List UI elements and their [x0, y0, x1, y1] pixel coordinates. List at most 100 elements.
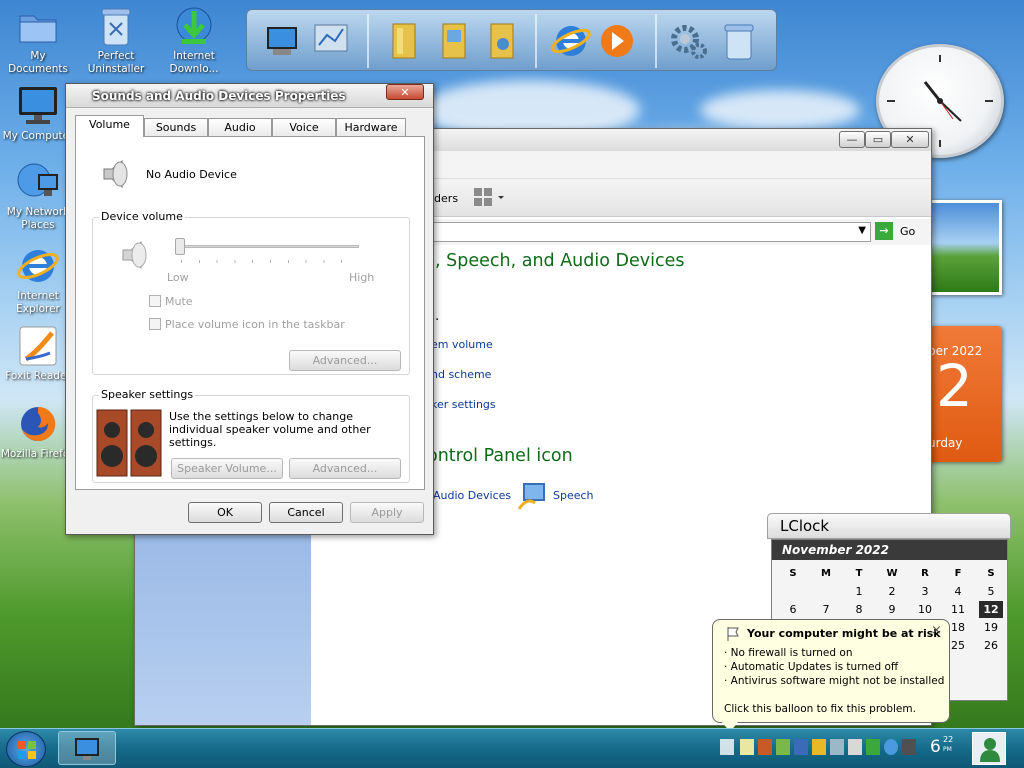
- system-tray: [700, 737, 920, 759]
- go-button[interactable]: → Go: [875, 222, 921, 242]
- task-link-sound-scheme[interactable]: nd scheme: [431, 368, 491, 381]
- calendar-day[interactable]: 26: [979, 639, 1003, 652]
- chevron-down-icon[interactable]: ▼: [858, 225, 866, 236]
- volume-advanced-button[interactable]: Advanced...: [289, 350, 401, 371]
- folders-button[interactable]: lders: [431, 192, 458, 205]
- ok-button[interactable]: OK: [188, 502, 262, 523]
- media-player-icon[interactable]: [595, 18, 639, 64]
- cp-item-speech[interactable]: Speech: [517, 479, 597, 511]
- calendar-day[interactable]: 19: [979, 621, 1003, 634]
- security-alert-balloon[interactable]: Your computer might be at risk × · No fi…: [712, 619, 950, 723]
- control-panel-icon-heading: ontrol Panel icon: [427, 446, 573, 466]
- dialog-close-button[interactable]: ✕: [386, 84, 424, 100]
- cp-item-audio-devices[interactable]: Audio Devices: [433, 489, 511, 502]
- slideshow-gadget[interactable]: [926, 200, 1002, 295]
- network-icon[interactable]: [309, 18, 353, 64]
- balloon-title: Your computer might be at risk: [747, 627, 941, 640]
- volume-tab-panel: No Audio Device Device volume Low High M…: [75, 136, 425, 490]
- calendar-day[interactable]: 11: [946, 603, 970, 616]
- folder-icon[interactable]: [383, 18, 427, 64]
- speaker-icon: [117, 238, 151, 275]
- close-button[interactable]: ✕: [891, 131, 929, 148]
- lclock-header: LClock: [767, 513, 1011, 539]
- dock-separator: [655, 14, 657, 68]
- address-input[interactable]: ▼: [425, 222, 871, 242]
- dialog-title: Sounds and Audio Devices Properties: [92, 89, 346, 103]
- tab-sounds[interactable]: Sounds: [144, 118, 208, 137]
- calendar-day[interactable]: 10: [913, 603, 937, 616]
- taskbar: 6 22 PM: [0, 728, 1024, 768]
- tools-icon[interactable]: [902, 739, 916, 755]
- recycle-bin-icon[interactable]: [717, 18, 761, 64]
- desktop-icon-perfect-uninstaller[interactable]: Perfect Uninstaller: [78, 4, 154, 76]
- volume-slider-ticks: [181, 260, 359, 263]
- task-link-adjust-volume[interactable]: em volume: [431, 338, 493, 351]
- mute-checkbox[interactable]: [149, 295, 161, 307]
- tab-voice[interactable]: Voice: [272, 118, 336, 137]
- maximize-button[interactable]: ▭: [865, 131, 891, 148]
- balloon-close-button[interactable]: ×: [931, 623, 942, 638]
- clock-ampm: PM: [943, 746, 952, 753]
- calendar-day[interactable]: 5: [979, 585, 1003, 598]
- dock-separator: [535, 14, 537, 68]
- desktop-icon-internet-download-manager[interactable]: Internet Downlo...: [156, 4, 232, 76]
- antivirus-icon[interactable]: [812, 739, 826, 755]
- views-button[interactable]: [473, 187, 507, 212]
- volume-slider[interactable]: [175, 238, 365, 268]
- user-avatar[interactable]: [972, 732, 1006, 765]
- tab-hardware[interactable]: Hardware: [336, 118, 406, 137]
- taskbar-clock[interactable]: 6 22 PM: [930, 735, 964, 763]
- calendar-day[interactable]: 6: [781, 603, 805, 616]
- volume-slider-track: [181, 245, 359, 248]
- calendar-day[interactable]: 8: [847, 603, 871, 616]
- sounds-audio-properties-dialog[interactable]: Sounds and Audio Devices Properties ✕ Vo…: [65, 83, 434, 535]
- internet-explorer-icon[interactable]: [549, 18, 593, 64]
- clock-minutes: 22: [943, 735, 954, 744]
- security-flag-icon[interactable]: [720, 739, 734, 755]
- speaker-settings-label: Speaker settings: [99, 388, 196, 401]
- calendar-day[interactable]: 9: [880, 603, 904, 616]
- calendar-day[interactable]: 7: [814, 603, 838, 616]
- go-label: Go: [900, 225, 916, 238]
- calendar-day[interactable]: 2: [880, 585, 904, 598]
- calendar-day[interactable]: 1: [847, 585, 871, 598]
- minimize-button[interactable]: —: [839, 131, 865, 148]
- calendar-gadget-day: 2: [936, 352, 973, 420]
- speaker-icon: [98, 157, 132, 194]
- apply-button[interactable]: Apply: [350, 502, 424, 523]
- start-button[interactable]: [6, 731, 46, 767]
- windows-logo-icon: [17, 740, 37, 763]
- cancel-button[interactable]: Cancel: [269, 502, 343, 523]
- task-link-speaker-settings[interactable]: ker settings: [431, 398, 496, 411]
- my-computer-icon[interactable]: [263, 18, 307, 64]
- speaker-icon[interactable]: [830, 739, 844, 755]
- display-icon[interactable]: [848, 739, 862, 755]
- speaker-volume-button[interactable]: Speaker Volume...: [171, 458, 283, 479]
- calendar-day[interactable]: 4: [946, 585, 970, 598]
- desktop-icon-my-documents[interactable]: My Documents: [0, 4, 76, 76]
- device-name: No Audio Device: [146, 168, 237, 181]
- taskbar-icon-checkbox[interactable]: [149, 318, 161, 330]
- calendar-gadget-weekday: urday: [928, 436, 963, 450]
- tab-audio[interactable]: Audio: [208, 118, 272, 137]
- check-icon[interactable]: [866, 739, 880, 755]
- music-folder-icon[interactable]: [481, 18, 525, 64]
- calendar-day-today[interactable]: 12: [979, 601, 1003, 618]
- update-icon[interactable]: [776, 739, 790, 755]
- day-name: T: [855, 568, 863, 579]
- balloon-line: · Automatic Updates is turned off: [724, 661, 899, 673]
- pictures-folder-icon[interactable]: [433, 18, 477, 64]
- network-icon[interactable]: [740, 739, 754, 755]
- day-name: F: [954, 568, 962, 579]
- taskbar-button-control-panel[interactable]: [58, 731, 116, 765]
- globe-icon[interactable]: [884, 739, 898, 755]
- calendar-day[interactable]: 3: [913, 585, 937, 598]
- settings-gears-icon[interactable]: [667, 18, 711, 64]
- speaker-advanced-button[interactable]: Advanced...: [289, 458, 401, 479]
- shield-icon[interactable]: [758, 739, 772, 755]
- monitor-icon[interactable]: [794, 739, 808, 755]
- volume-slider-thumb[interactable]: [175, 238, 185, 255]
- computer-icon: [16, 84, 60, 128]
- tab-volume[interactable]: Volume: [75, 115, 144, 137]
- dialog-titlebar[interactable]: Sounds and Audio Devices Properties ✕: [66, 84, 433, 108]
